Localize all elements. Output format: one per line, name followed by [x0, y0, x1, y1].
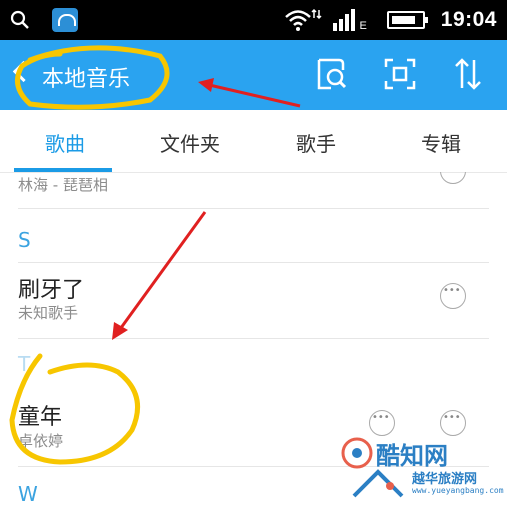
section-header-w: W: [18, 482, 38, 505]
section-header-t: T: [18, 352, 31, 376]
tab-songs[interactable]: 歌曲: [45, 128, 85, 157]
status-time: 19:04: [440, 8, 497, 31]
status-bar: E 19:04: [0, 0, 507, 40]
network-type-label: E: [359, 20, 367, 32]
watermark-emblem-icon: [341, 437, 373, 469]
page-title: 本地音乐: [42, 67, 131, 92]
battery-icon: [386, 11, 428, 29]
search-icon: [10, 10, 29, 29]
more-options-icon[interactable]: [440, 283, 466, 309]
sort-icon[interactable]: [448, 54, 488, 94]
divider: [18, 338, 489, 339]
scan-icon[interactable]: [311, 54, 351, 94]
app-header: 本地音乐: [0, 40, 507, 110]
watermark-line2: 越华旅游网: [412, 472, 478, 487]
watermark-url: www.yueyangbang.com: [412, 486, 504, 495]
watermark-logo: 酷知网 越华旅游网 www.yueyangbang.com: [340, 430, 505, 502]
song-artist: 未知歌手: [18, 304, 79, 322]
back-arrow-icon[interactable]: [12, 60, 35, 83]
multi-select-icon[interactable]: [380, 54, 420, 94]
divider: [18, 208, 489, 209]
song-artist: 卓依婷: [18, 432, 64, 450]
divider: [18, 262, 489, 263]
app-notification-icon: [52, 8, 78, 32]
section-header-s: S: [18, 228, 31, 252]
watermark-house-icon: [352, 469, 404, 498]
song-title: 刷牙了: [18, 278, 85, 303]
list-item-subtitle: 林海 - 琵琶相: [18, 176, 108, 194]
wifi-icon: [285, 8, 322, 31]
song-title: 童年: [18, 405, 63, 430]
tab-albums[interactable]: 专辑: [421, 128, 461, 157]
more-options-icon[interactable]: [440, 172, 466, 184]
tab-bar: 歌曲 文件夹 歌手 专辑: [0, 110, 507, 173]
signal-icon: [333, 9, 356, 31]
tab-artists[interactable]: 歌手: [296, 128, 336, 157]
tab-folders[interactable]: 文件夹: [160, 128, 220, 157]
